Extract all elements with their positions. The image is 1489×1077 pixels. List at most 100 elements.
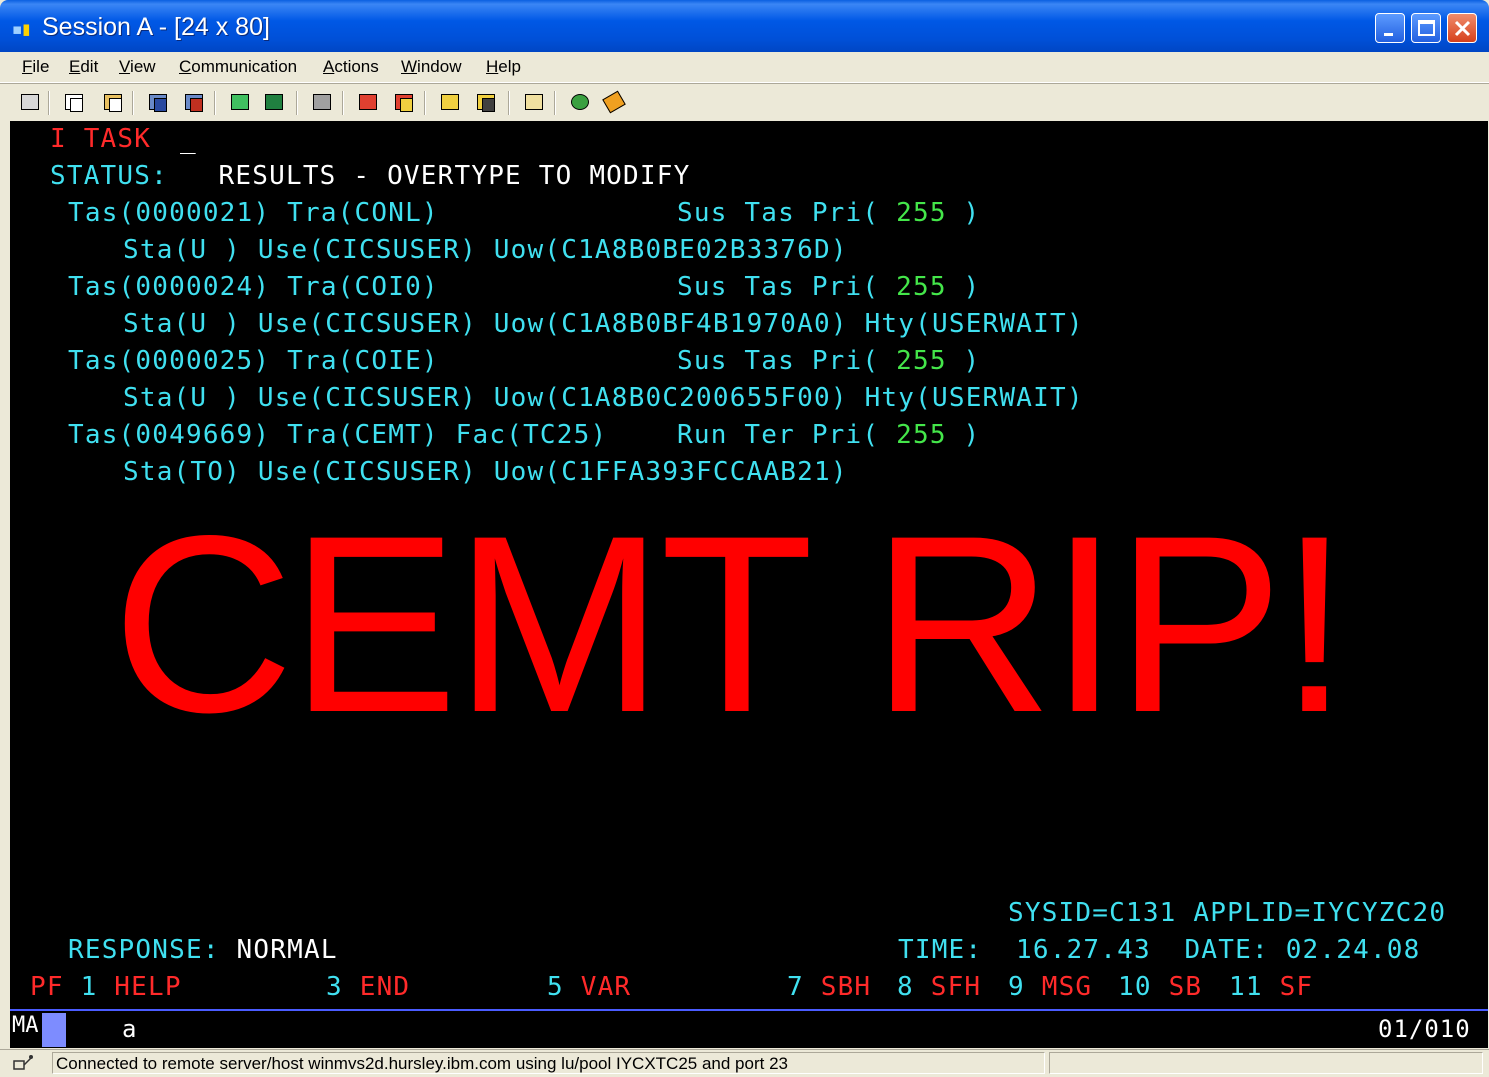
status-text: RESULTS - OVERTYPE TO MODIFY xyxy=(218,161,691,191)
keyboard-map-icon[interactable] xyxy=(262,90,286,114)
task-priority[interactable]: 255 xyxy=(896,346,947,376)
pf-key: 10 xyxy=(1118,972,1152,1002)
toolbar-separator xyxy=(508,91,510,115)
close-icon xyxy=(1454,20,1471,37)
clipboard-icon[interactable] xyxy=(522,90,546,114)
task-state-text: Sus Tas Pri( xyxy=(677,272,880,302)
print-screen-icon[interactable] xyxy=(18,90,42,114)
toolbar-separator xyxy=(132,91,134,115)
pf-label: MSG xyxy=(1041,972,1093,1002)
pf-key: 3 xyxy=(326,972,343,1002)
terminal-session-icon: ▪▮ xyxy=(12,20,31,38)
pf-key: 7 xyxy=(787,972,804,1002)
task-state: Run Ter Pri( 255 ) xyxy=(677,417,980,454)
task-sta: Sta(U ) xyxy=(123,235,241,265)
paste-icon[interactable] xyxy=(101,90,125,114)
toolbar-separator xyxy=(48,91,50,115)
pf-label: SFH xyxy=(930,972,982,1002)
cemt-rip-overlay-text: CEMT RIP! xyxy=(112,484,1349,765)
menu-window[interactable]: Window xyxy=(401,57,461,77)
globe-icon[interactable] xyxy=(568,90,592,114)
pf-key: 11 xyxy=(1229,972,1263,1002)
menu-communication[interactable]: Communication xyxy=(179,57,297,77)
system-id-line: SYSID=C131 APPLID=IYCYZC20 xyxy=(1008,895,1446,932)
toolbar-separator xyxy=(342,91,344,115)
pf-key-1[interactable]: PF 1 HELP xyxy=(30,969,182,1006)
task-priority[interactable]: 255 xyxy=(896,198,947,228)
close-button[interactable] xyxy=(1447,13,1477,43)
text-cursor: _ xyxy=(180,125,196,155)
time-label: TIME: xyxy=(898,935,983,965)
pf-key-3[interactable]: 3 END xyxy=(326,969,410,1006)
task-priority[interactable]: 255 xyxy=(896,272,947,302)
maximize-button[interactable] xyxy=(1411,13,1441,43)
copy-icon[interactable] xyxy=(62,90,86,114)
pf-label: HELP xyxy=(114,972,182,1002)
menu-file[interactable]: File xyxy=(22,57,49,77)
oia-cursor-block xyxy=(42,1013,66,1047)
pf-label: SB xyxy=(1168,972,1203,1002)
task-hty: Hty(USERWAIT) xyxy=(864,309,1084,339)
time-value: 16.27.43 xyxy=(1016,935,1151,965)
task-facility: Fac(TC25) xyxy=(455,420,608,450)
pf-key-11[interactable]: 11 SF xyxy=(1229,969,1313,1006)
task-row[interactable]: Tas(0049669) Tra(CEMT) Fac(TC25) xyxy=(68,417,607,454)
display-setup-icon[interactable] xyxy=(228,90,252,114)
task-row[interactable]: Tas(0000021) Tra(CONL) xyxy=(68,195,439,232)
response-value: NORMAL xyxy=(236,935,338,965)
menu-help[interactable]: Help xyxy=(486,57,521,77)
task-priority[interactable]: 255 xyxy=(896,420,947,450)
task-state-text: Sus Tas Pri( xyxy=(677,198,880,228)
macro-stop-icon[interactable] xyxy=(392,90,416,114)
record-icon[interactable] xyxy=(474,90,498,114)
task-state-close: ) xyxy=(963,198,981,228)
macro-record-icon[interactable] xyxy=(310,90,334,114)
minimize-icon xyxy=(1384,33,1393,36)
command-line[interactable]: I TASK xyxy=(50,121,151,158)
task-state: Sus Tas Pri( 255 ) xyxy=(677,343,980,380)
help-icon[interactable] xyxy=(602,90,626,114)
menu-bar: File Edit View Communication Actions Win… xyxy=(0,52,1489,83)
task-row[interactable]: Tas(0000025) Tra(COIE) xyxy=(68,343,439,380)
task-hty: Hty(USERWAIT) xyxy=(864,383,1084,413)
connection-icon xyxy=(12,1053,36,1073)
menu-edit[interactable]: Edit xyxy=(69,57,98,77)
task-state-text: Sus Tas Pri( xyxy=(677,346,880,376)
task-sta: Sta(U ) xyxy=(123,383,241,413)
play-icon[interactable] xyxy=(438,90,462,114)
task-id: Tas(0000024) xyxy=(68,272,271,302)
receive-file-icon[interactable] xyxy=(182,90,206,114)
task-uow: Uow(C1A8B0C200655F00) xyxy=(493,383,848,413)
task-tran: Tra(COI0) xyxy=(287,272,439,302)
pf-label: SBH xyxy=(820,972,872,1002)
maximize-icon xyxy=(1418,20,1435,36)
macro-play-icon[interactable] xyxy=(356,90,380,114)
task-tran: Tra(CEMT) xyxy=(287,420,439,450)
operator-info-area: MA a 01/010 xyxy=(10,1011,1488,1048)
pf-key-9[interactable]: 9 MSG xyxy=(1008,969,1092,1006)
task-state-close: ) xyxy=(963,272,981,302)
task-user: Use(CICSUSER) xyxy=(257,457,477,487)
task-id: Tas(0049669) xyxy=(68,420,271,450)
date-label: DATE: xyxy=(1184,935,1269,965)
menu-actions[interactable]: Actions xyxy=(323,57,379,77)
task-user: Use(CICSUSER) xyxy=(257,235,477,265)
toolbar xyxy=(0,83,1489,122)
task-state-close: ) xyxy=(963,346,981,376)
emulator-window: ▪▮ Session A - [24 x 80] File Edit View … xyxy=(0,0,1489,1077)
task-sta: Sta(TO) xyxy=(123,457,241,487)
send-file-icon[interactable] xyxy=(146,90,170,114)
pf-key-8[interactable]: 8 SFH xyxy=(897,969,981,1006)
menu-view[interactable]: View xyxy=(119,57,156,77)
date-value: 02.24.08 xyxy=(1285,935,1421,965)
task-row[interactable]: Tas(0000024) Tra(COI0) xyxy=(68,269,439,306)
minimize-button[interactable] xyxy=(1375,13,1405,43)
title-bar[interactable]: ▪▮ Session A - [24 x 80] xyxy=(0,0,1489,52)
task-state: Sus Tas Pri( 255 ) xyxy=(677,269,980,306)
pf-key-7[interactable]: 7 SBH xyxy=(787,969,871,1006)
status-pane xyxy=(1049,1052,1483,1074)
terminal-screen[interactable]: I TASK _ STATUS: RESULTS - OVERTYPE TO M… xyxy=(10,121,1488,1010)
command-text: I TASK xyxy=(50,124,152,154)
pf-key-5[interactable]: 5 VAR xyxy=(547,969,631,1006)
pf-key-10[interactable]: 10 SB xyxy=(1118,969,1202,1006)
